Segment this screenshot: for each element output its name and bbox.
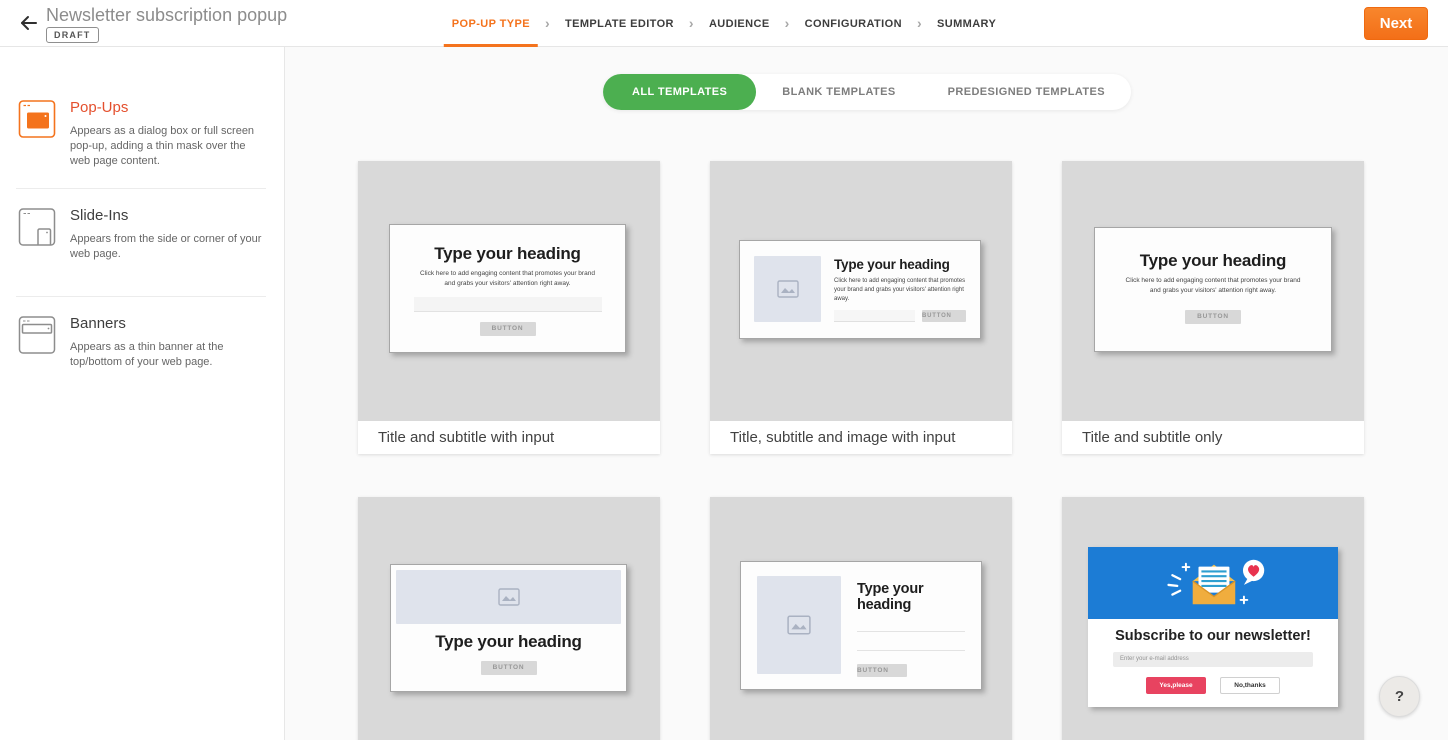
image-placeholder bbox=[754, 256, 821, 322]
chevron-right-icon: › bbox=[545, 16, 550, 32]
wizard-steps: POP-UP TYPE › TEMPLATE EDITOR › AUDIENCE… bbox=[450, 0, 998, 47]
newsletter-accept-button: Yes,please bbox=[1146, 677, 1206, 694]
mini-input-field bbox=[414, 297, 602, 312]
sidebar-item-label: Banners bbox=[70, 315, 266, 332]
newsletter-email-input: Enter your e-mail address bbox=[1113, 652, 1313, 667]
sidebar-item-description: Appears from the side or corner of your … bbox=[70, 232, 266, 262]
mini-heading: Type your heading bbox=[391, 632, 626, 652]
mini-popup: Type your heading Click here to add enga… bbox=[739, 240, 981, 339]
mini-subtitle: Click here to add engaging content that … bbox=[417, 269, 599, 289]
mini-button: BUTTON bbox=[481, 661, 537, 675]
envelope-illustration bbox=[1148, 554, 1278, 612]
mini-heading: Type your heading bbox=[1095, 251, 1331, 271]
slidein-window-icon bbox=[18, 207, 56, 252]
page-title: Newsletter subscription popup bbox=[46, 5, 287, 26]
image-placeholder-icon bbox=[787, 615, 811, 635]
divider bbox=[16, 188, 266, 189]
newsletter-illustration-header bbox=[1088, 547, 1338, 619]
mini-popup: Type your heading Click here to add enga… bbox=[389, 224, 626, 353]
banner-window-icon bbox=[18, 315, 56, 360]
newsletter-heading: Subscribe to our newsletter! bbox=[1088, 628, 1338, 644]
template-card-title-subtitle-only[interactable]: Type your heading Click here to add enga… bbox=[1062, 161, 1364, 454]
sidebar-item-popups[interactable]: Pop-Ups Appears as a dialog box or full … bbox=[0, 99, 284, 171]
mini-popup: Type your heading BUTTON bbox=[740, 561, 982, 690]
template-card-image-top[interactable]: Type your heading BUTTON bbox=[358, 497, 660, 740]
template-preview: Type your heading Click here to add enga… bbox=[1062, 161, 1364, 421]
sidebar-item-label: Pop-Ups bbox=[70, 99, 266, 116]
template-gallery: ALL TEMPLATES BLANK TEMPLATES PREDESIGNE… bbox=[286, 47, 1448, 740]
mini-subtitle: Click here to add engaging content that … bbox=[1122, 276, 1304, 296]
template-preview: Type your heading Click here to add enga… bbox=[710, 161, 1012, 421]
mini-popup: Subscribe to our newsletter! Enter your … bbox=[1088, 547, 1338, 707]
arrow-left-icon bbox=[17, 11, 41, 35]
template-card-title-subtitle-input[interactable]: Type your heading Click here to add enga… bbox=[358, 161, 660, 454]
chevron-right-icon: › bbox=[785, 16, 790, 32]
newsletter-decline-button: No,thanks bbox=[1220, 677, 1280, 694]
step-audience[interactable]: AUDIENCE bbox=[707, 0, 772, 47]
divider bbox=[16, 296, 266, 297]
template-card-image-left[interactable]: Type your heading BUTTON bbox=[710, 497, 1012, 740]
step-configuration[interactable]: CONFIGURATION bbox=[803, 0, 904, 47]
template-caption: Title and subtitle with input bbox=[358, 421, 660, 454]
popup-window-icon bbox=[18, 99, 56, 144]
mini-input-field bbox=[857, 631, 965, 632]
sidebar-item-label: Slide-Ins bbox=[70, 207, 266, 224]
mini-button: BUTTON bbox=[480, 322, 536, 336]
template-preview: Subscribe to our newsletter! Enter your … bbox=[1062, 497, 1364, 740]
mini-button: BUTTON bbox=[922, 310, 966, 322]
mini-heading: Type your heading bbox=[390, 244, 625, 264]
mini-button: BUTTON bbox=[857, 664, 907, 677]
template-filter-tabs: ALL TEMPLATES BLANK TEMPLATES PREDESIGNE… bbox=[603, 74, 1131, 110]
status-badge: DRAFT bbox=[46, 27, 99, 43]
top-bar: Newsletter subscription popup DRAFT POP-… bbox=[0, 0, 1448, 47]
mini-popup: Type your heading Click here to add enga… bbox=[1094, 227, 1332, 352]
mini-heading: Type your heading bbox=[857, 581, 965, 613]
template-caption: Title and subtitle only bbox=[1062, 421, 1364, 454]
chevron-right-icon: › bbox=[917, 16, 922, 32]
template-preview: Type your heading BUTTON bbox=[358, 497, 660, 740]
next-button[interactable]: Next bbox=[1364, 7, 1428, 40]
mini-popup: Type your heading BUTTON bbox=[390, 564, 627, 692]
tab-predesigned-templates[interactable]: PREDESIGNED TEMPLATES bbox=[922, 74, 1131, 110]
step-popup-type[interactable]: POP-UP TYPE bbox=[450, 0, 532, 47]
mini-input-field bbox=[834, 310, 915, 322]
tab-blank-templates[interactable]: BLANK TEMPLATES bbox=[756, 74, 921, 110]
sidebar-item-description: Appears as a thin banner at the top/bott… bbox=[70, 340, 266, 370]
sidebar-item-banners[interactable]: Banners Appears as a thin banner at the … bbox=[0, 315, 284, 387]
image-placeholder-icon bbox=[498, 588, 520, 606]
template-card-predesigned-newsletter[interactable]: Subscribe to our newsletter! Enter your … bbox=[1062, 497, 1364, 740]
step-template-editor[interactable]: TEMPLATE EDITOR bbox=[563, 0, 676, 47]
template-caption: Title, subtitle and image with input bbox=[710, 421, 1012, 454]
step-summary[interactable]: SUMMARY bbox=[935, 0, 998, 47]
sidebar-item-description: Appears as a dialog box or full screen p… bbox=[70, 124, 266, 169]
tab-all-templates[interactable]: ALL TEMPLATES bbox=[603, 74, 756, 110]
back-button[interactable] bbox=[16, 11, 42, 37]
image-placeholder-icon bbox=[777, 280, 799, 298]
mini-subtitle: Click here to add engaging content that … bbox=[834, 277, 966, 304]
sidebar-item-slideins[interactable]: Slide-Ins Appears from the side or corne… bbox=[0, 207, 284, 279]
help-button[interactable]: ? bbox=[1379, 676, 1420, 717]
mini-heading: Type your heading bbox=[834, 257, 966, 272]
template-preview: Type your heading Click here to add enga… bbox=[358, 161, 660, 421]
image-placeholder bbox=[396, 570, 621, 624]
mini-input-field bbox=[857, 650, 965, 651]
chevron-right-icon: › bbox=[689, 16, 694, 32]
template-card-title-subtitle-image-input[interactable]: Type your heading Click here to add enga… bbox=[710, 161, 1012, 454]
popup-type-sidebar: Pop-Ups Appears as a dialog box or full … bbox=[0, 47, 285, 740]
template-preview: Type your heading BUTTON bbox=[710, 497, 1012, 740]
image-placeholder bbox=[757, 576, 841, 674]
mini-button: BUTTON bbox=[1185, 310, 1241, 324]
